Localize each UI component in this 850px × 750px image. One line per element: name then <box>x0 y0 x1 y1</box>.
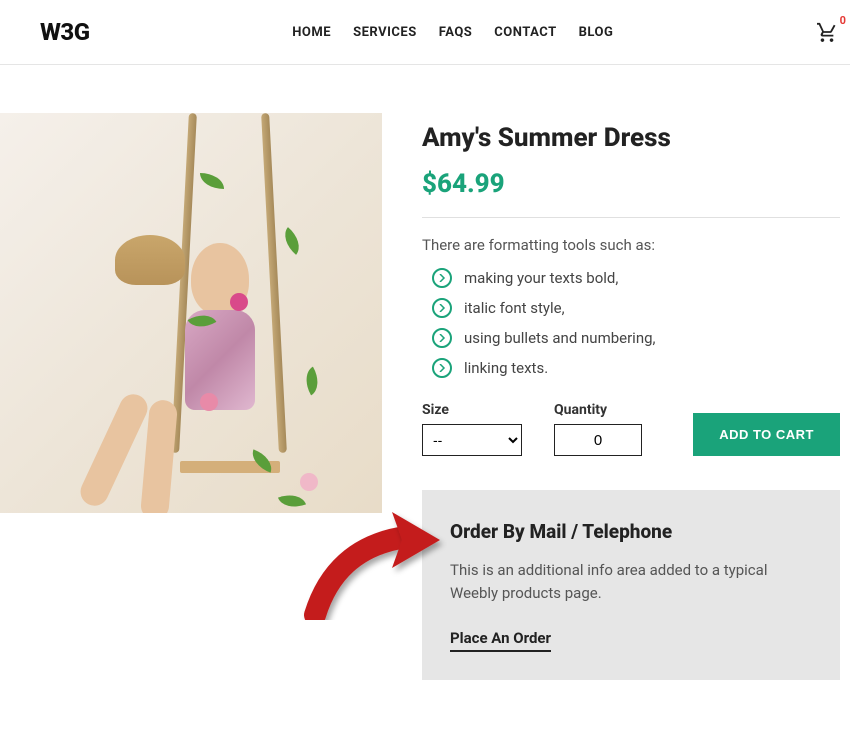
nav-home[interactable]: HOME <box>292 25 331 40</box>
chevron-right-icon <box>432 268 452 288</box>
feature-text: italic font style, <box>464 299 565 317</box>
product-title: Amy's Summer Dress <box>422 123 840 153</box>
feature-item: using bullets and numbering, <box>432 328 840 348</box>
place-order-link[interactable]: Place An Order <box>450 629 551 652</box>
nav-faqs[interactable]: FAQS <box>439 25 473 40</box>
chevron-right-icon <box>432 328 452 348</box>
feature-text: making your texts bold, <box>464 269 618 287</box>
quantity-group: Quantity <box>554 402 642 456</box>
cart-icon <box>816 22 838 42</box>
product-content: Amy's Summer Dress $64.99 There are form… <box>0 65 850 680</box>
chevron-right-icon <box>432 298 452 318</box>
product-options: Size -- Quantity ADD TO CART <box>422 402 840 456</box>
product-image-column <box>0 113 382 513</box>
feature-item: making your texts bold, <box>432 268 840 288</box>
feature-list: making your texts bold, italic font styl… <box>422 268 840 378</box>
additional-info-box: Order By Mail / Telephone This is an add… <box>422 490 840 680</box>
size-group: Size -- <box>422 402 522 456</box>
product-details: Amy's Summer Dress $64.99 There are form… <box>382 113 850 680</box>
quantity-input[interactable] <box>554 424 642 456</box>
size-label: Size <box>422 402 522 418</box>
product-intro: There are formatting tools such as: <box>422 236 840 254</box>
main-nav: HOME SERVICES FAQS CONTACT BLOG <box>292 25 613 40</box>
add-to-cart-button[interactable]: ADD TO CART <box>693 413 840 456</box>
nav-contact[interactable]: CONTACT <box>494 25 556 40</box>
cart-button[interactable]: 0 <box>816 22 838 42</box>
feature-text: linking texts. <box>464 359 548 377</box>
divider <box>422 217 840 218</box>
info-box-description: This is an additional info area added to… <box>450 559 812 606</box>
nav-blog[interactable]: BLOG <box>579 25 614 40</box>
feature-text: using bullets and numbering, <box>464 329 656 347</box>
chevron-right-icon <box>432 358 452 378</box>
feature-item: italic font style, <box>432 298 840 318</box>
quantity-label: Quantity <box>554 402 642 418</box>
product-price: $64.99 <box>422 169 840 199</box>
cart-count-badge: 0 <box>840 14 846 27</box>
product-image[interactable] <box>0 113 382 513</box>
nav-services[interactable]: SERVICES <box>353 25 417 40</box>
site-header: W3G HOME SERVICES FAQS CONTACT BLOG 0 <box>0 0 850 65</box>
logo[interactable]: W3G <box>40 18 90 46</box>
size-select[interactable]: -- <box>422 424 522 456</box>
info-box-title: Order By Mail / Telephone <box>450 520 812 543</box>
feature-item: linking texts. <box>432 358 840 378</box>
